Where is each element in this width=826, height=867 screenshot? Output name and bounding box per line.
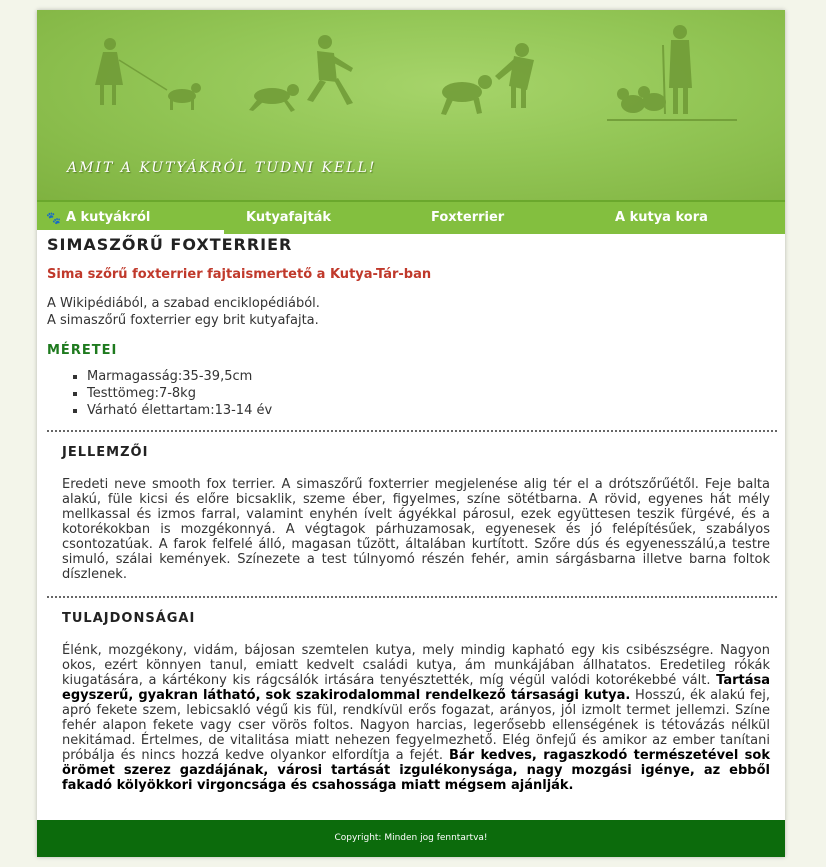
intro-line-1: A Wikipédiából, a szabad enciklopédiából…: [47, 296, 320, 311]
intro-text: A Wikipédiából, a szabad enciklopédiából…: [47, 295, 775, 329]
properties-text-1: Élénk, mozgékony, vidám, bájosan szemtel…: [62, 643, 770, 688]
intro-line-2: A simaszőrű foxterrier egy brit kutyafaj…: [47, 313, 319, 328]
nav-item-label: Foxterrier: [431, 210, 505, 225]
traits-text: Eredeti neve smooth fox terrier. A simas…: [62, 477, 770, 582]
nav-item-label: Kutyafajták: [246, 210, 332, 225]
main-navigation: 🐾 A kutyákról Kutyafajták Foxterrier A ku…: [37, 200, 785, 234]
list-item: Testtömeg:7-8kg: [87, 385, 775, 402]
paw-icon: 🐾: [46, 211, 61, 225]
nav-item-label: A kutyákról: [65, 210, 151, 225]
article-subtitle: Sima szőrű foxterrier fajtaismertető a K…: [47, 267, 432, 282]
nav-item-a-kutya-kora[interactable]: A kutya kora: [598, 202, 785, 234]
page-container: Amit a kutyákról tudni kell! 🐾 A kutyákró…: [37, 10, 785, 857]
nav-item-kutyafajtak[interactable]: Kutyafajták: [224, 202, 411, 234]
traits-section: JELLEMZŐI Eredeti neve smooth fox terrie…: [47, 445, 775, 582]
nav-item-foxterrier[interactable]: Foxterrier: [411, 202, 598, 234]
section-divider: [47, 596, 777, 598]
header-banner: Amit a kutyákról tudni kell!: [37, 10, 785, 200]
main-content: SIMASZŐRŰ FOXTERRIER Sima szőrű foxterri…: [47, 232, 777, 793]
copyright-text: Copyright: Minden jog fenntartva!: [334, 833, 488, 843]
list-item: Marmagasság:35-39,5cm: [87, 368, 775, 385]
properties-text: Élénk, mozgékony, vidám, bájosan szemtel…: [62, 643, 770, 793]
page-title: SIMASZŐRŰ FOXTERRIER: [47, 235, 293, 254]
footer: Copyright: Minden jog fenntartva!: [37, 820, 785, 857]
traits-heading: JELLEMZŐI: [62, 445, 149, 460]
site-tagline: Amit a kutyákról tudni kell!: [67, 160, 377, 176]
properties-section: TULAJDONSÁGAI Élénk, mozgékony, vidám, b…: [47, 611, 775, 793]
sizes-heading: MÉRETEI: [47, 343, 118, 358]
list-item: Várható élettartam:13-14 év: [87, 402, 775, 419]
sizes-list: Marmagasság:35-39,5cm Testtömeg:7-8kg Vá…: [47, 368, 775, 419]
properties-heading: TULAJDONSÁGAI: [62, 611, 196, 626]
section-divider: [47, 430, 777, 432]
nav-item-a-kutyakrol[interactable]: 🐾 A kutyákról: [37, 202, 224, 234]
nav-item-label: A kutya kora: [615, 210, 708, 225]
